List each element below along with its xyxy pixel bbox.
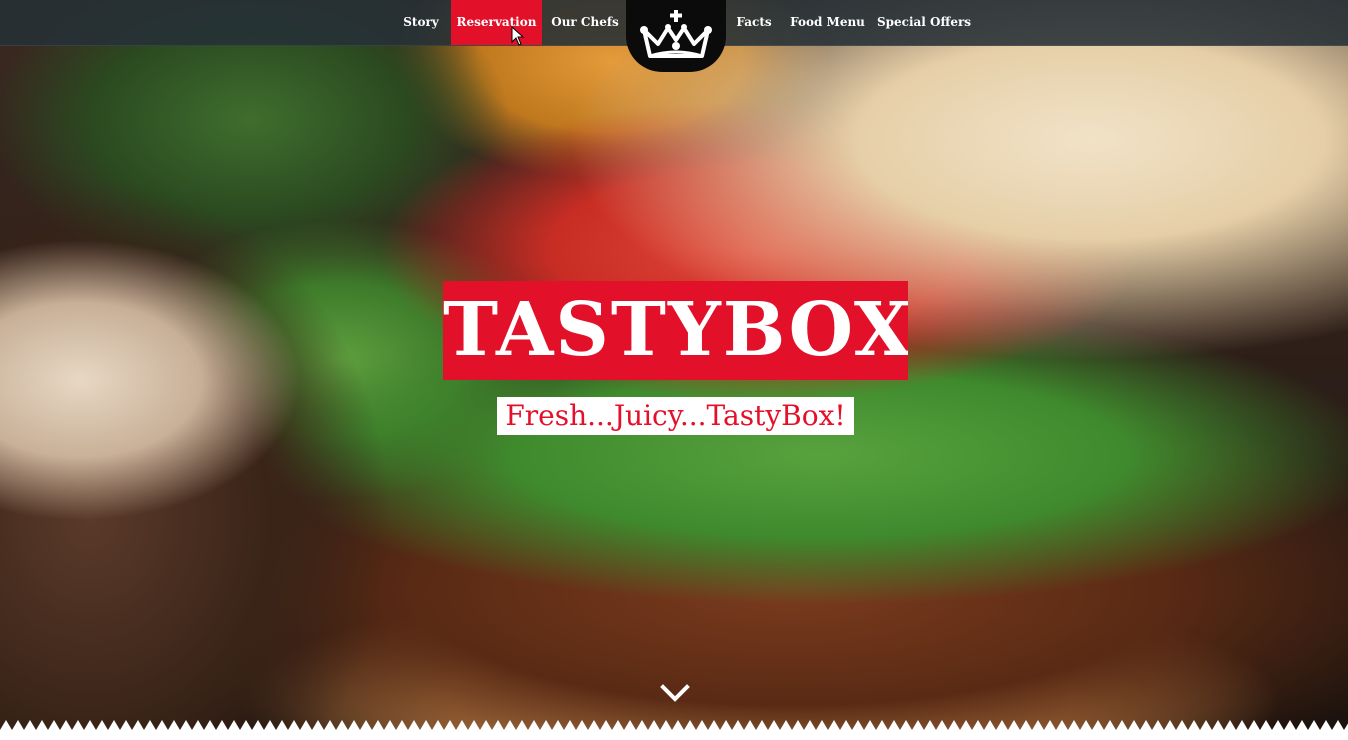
logo-badge[interactable] [626,0,726,72]
nav-item-food-menu[interactable]: Food Menu [785,0,870,45]
hero-tagline: Fresh...Juicy...TastyBox! [497,397,854,435]
crown-icon [640,10,712,58]
zigzag-divider [0,720,1348,740]
nav-item-story[interactable]: Story [392,0,450,45]
hero-background: Story Reservation Our Chefs Facts Food M… [0,0,1348,740]
hero-title: TASTYBOX [443,281,908,380]
chevron-down-icon[interactable] [660,681,690,705]
nav-item-reservation[interactable]: Reservation [451,0,542,45]
nav-item-our-chefs[interactable]: Our Chefs [545,0,625,45]
nav-item-facts[interactable]: Facts [728,0,780,45]
nav-item-special-offers[interactable]: Special Offers [874,0,974,45]
mouse-cursor-icon [511,26,525,46]
